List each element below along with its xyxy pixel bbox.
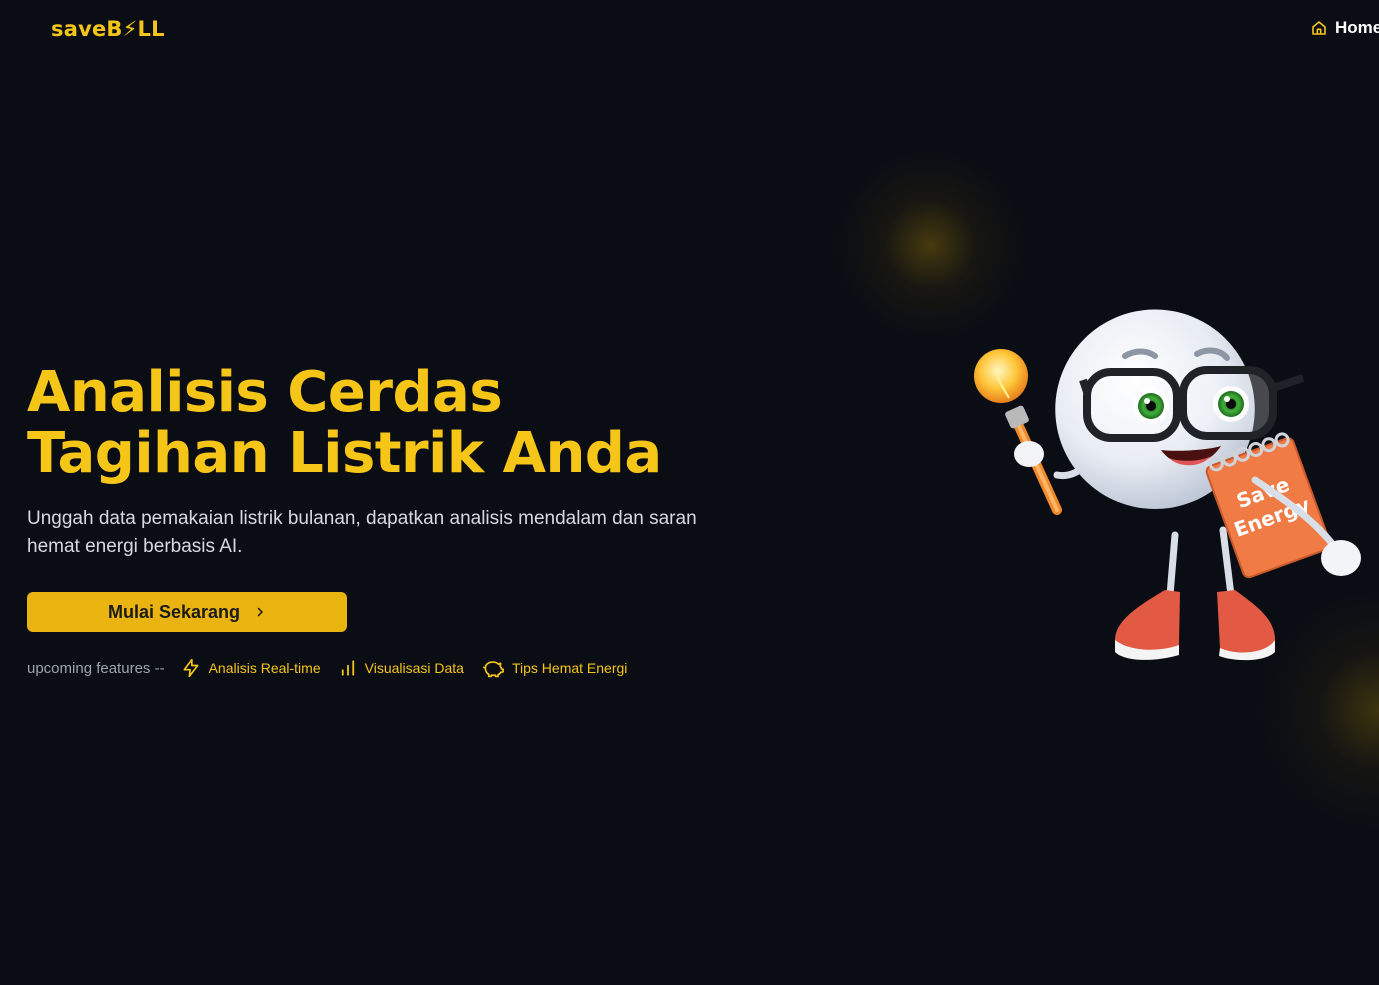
sneakers bbox=[1115, 590, 1275, 661]
mascot-illustration: Save Energy bbox=[974, 309, 1361, 661]
hero-title: Analisis Cerdas Tagihan Listrik Anda bbox=[27, 362, 662, 484]
bar-chart-icon bbox=[339, 659, 357, 677]
start-now-label: Mulai Sekarang bbox=[107, 601, 241, 622]
upcoming-features: upcoming features -- Analisis Real-time … bbox=[27, 656, 645, 680]
piggy-bank-icon bbox=[482, 658, 504, 678]
feature-label: Analisis Real-time bbox=[208, 660, 321, 676]
glasses bbox=[1079, 366, 1305, 442]
landing-page: saveB⚡LL Home Analisis Cerdas Tagihan Li… bbox=[0, 0, 1379, 985]
feature-label: Tips Hemat Energi bbox=[511, 660, 628, 676]
chevron-right-icon bbox=[254, 602, 266, 623]
feature-realtime-analysis: Analisis Real-time bbox=[181, 658, 321, 678]
brand-logo[interactable]: saveB⚡LL bbox=[51, 17, 165, 41]
feature-energy-saving-tips: Tips Hemat Energi bbox=[482, 658, 627, 678]
feature-label: Visualisasi Data bbox=[364, 660, 464, 676]
top-navigation: saveB⚡LL Home bbox=[0, 0, 1379, 58]
home-icon bbox=[1311, 20, 1327, 36]
nav-home-label: Home bbox=[1335, 18, 1379, 37]
lightbulb-icon bbox=[974, 349, 1062, 515]
hero-subtitle: Unggah data pemakaian listrik bulanan, d… bbox=[27, 508, 697, 557]
upcoming-features-label: upcoming features -- bbox=[27, 659, 165, 677]
hero-title-line-1: Analisis Cerdas bbox=[27, 360, 503, 425]
nav-home-link[interactable]: Home bbox=[1311, 18, 1379, 38]
start-now-button[interactable]: Mulai Sekarang bbox=[27, 592, 347, 632]
lightning-icon bbox=[181, 658, 201, 678]
hero-title-line-2: Tagihan Listrik Anda bbox=[27, 421, 662, 486]
feature-data-visualization: Visualisasi Data bbox=[339, 659, 464, 677]
